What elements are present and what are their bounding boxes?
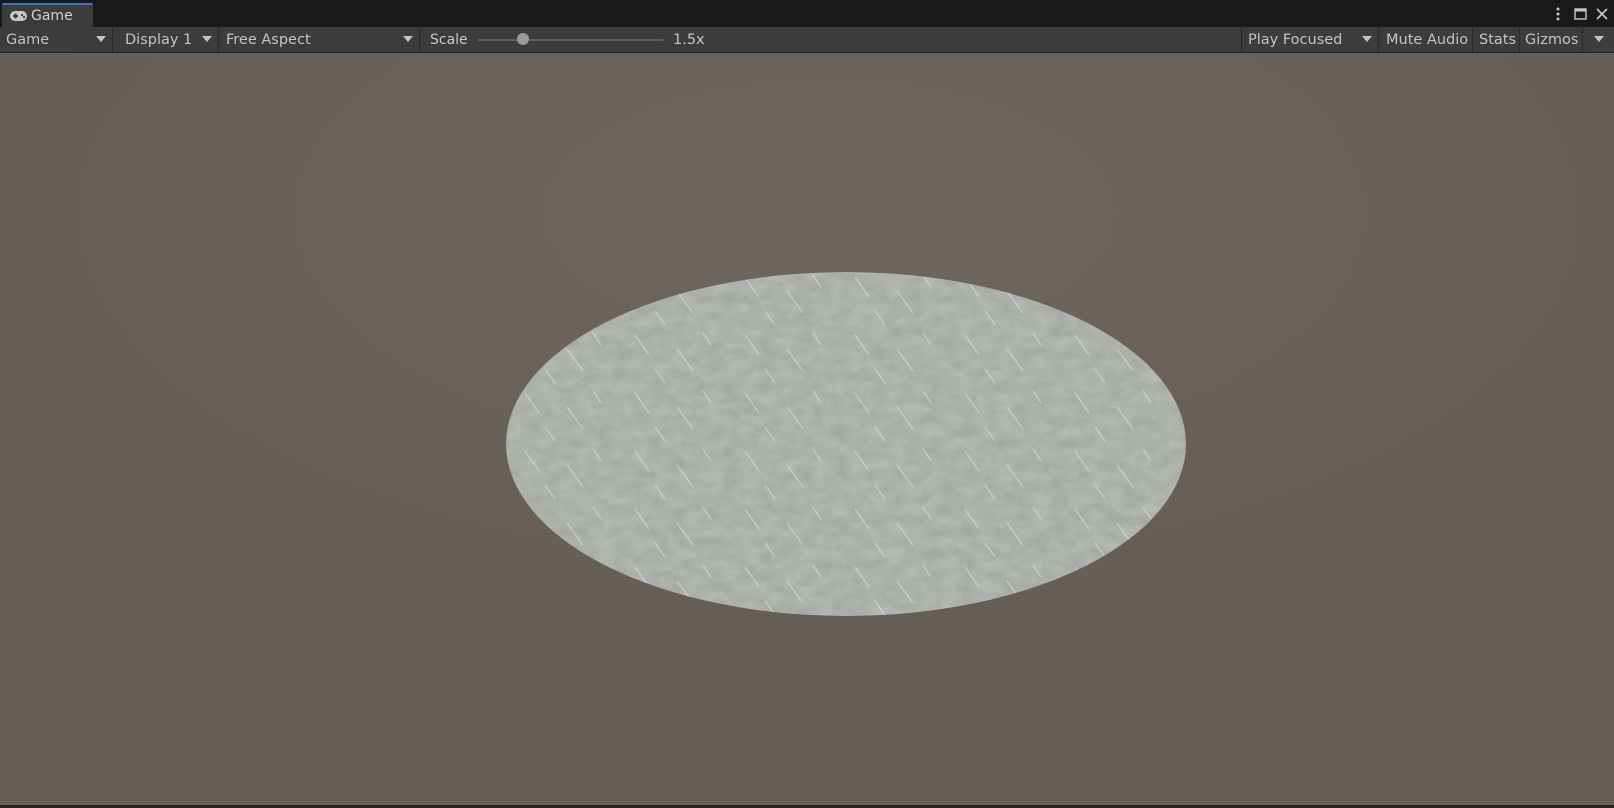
chevron-down-icon bbox=[1362, 36, 1372, 42]
scale-value: 1.5x bbox=[673, 31, 705, 48]
gizmos-button[interactable]: Gizmos bbox=[1520, 27, 1583, 52]
display-dropdown[interactable]: Display 1 bbox=[113, 27, 219, 52]
tab-bar: Game bbox=[0, 0, 1614, 27]
play-mode-dropdown[interactable]: Play Focused bbox=[1241, 27, 1379, 52]
play-mode-label: Play Focused bbox=[1248, 31, 1343, 48]
stats-button[interactable]: Stats bbox=[1473, 27, 1520, 52]
chevron-down-icon bbox=[1594, 36, 1604, 42]
tab-label: Game bbox=[31, 8, 73, 24]
stats-label: Stats bbox=[1479, 31, 1517, 48]
window-controls bbox=[1550, 4, 1610, 24]
view-mode-dropdown[interactable]: Game bbox=[0, 27, 113, 52]
chevron-down-icon bbox=[202, 36, 212, 42]
close-icon[interactable] bbox=[1594, 5, 1610, 23]
aspect-label: Free Aspect bbox=[226, 31, 311, 48]
display-label: Display 1 bbox=[125, 31, 193, 48]
textured-disc bbox=[505, 271, 1187, 617]
scale-control: Scale 1.5x bbox=[420, 27, 710, 52]
tab-game[interactable]: Game bbox=[2, 3, 93, 27]
game-viewport[interactable] bbox=[0, 53, 1614, 808]
scale-label: Scale bbox=[430, 31, 468, 48]
aspect-dropdown[interactable]: Free Aspect bbox=[219, 27, 420, 52]
maximize-icon[interactable] bbox=[1572, 5, 1588, 23]
view-mode-label: Game bbox=[6, 31, 50, 48]
more-options-icon[interactable] bbox=[1550, 5, 1566, 23]
scale-slider-thumb[interactable] bbox=[516, 33, 529, 45]
chevron-down-icon bbox=[403, 36, 413, 42]
gamepad-icon bbox=[9, 9, 28, 23]
gizmos-label: Gizmos bbox=[1525, 31, 1579, 48]
scale-slider-track[interactable] bbox=[478, 39, 664, 41]
mute-audio-label: Mute Audio bbox=[1386, 31, 1469, 48]
gizmos-dropdown[interactable] bbox=[1583, 27, 1614, 52]
game-window: Game Game Display 1 Free Aspect Scale 1.… bbox=[0, 0, 1614, 808]
game-toolbar: Game Display 1 Free Aspect Scale 1.5x Pl… bbox=[0, 27, 1614, 53]
chevron-down-icon bbox=[96, 36, 106, 42]
mute-audio-button[interactable]: Mute Audio bbox=[1379, 27, 1473, 52]
